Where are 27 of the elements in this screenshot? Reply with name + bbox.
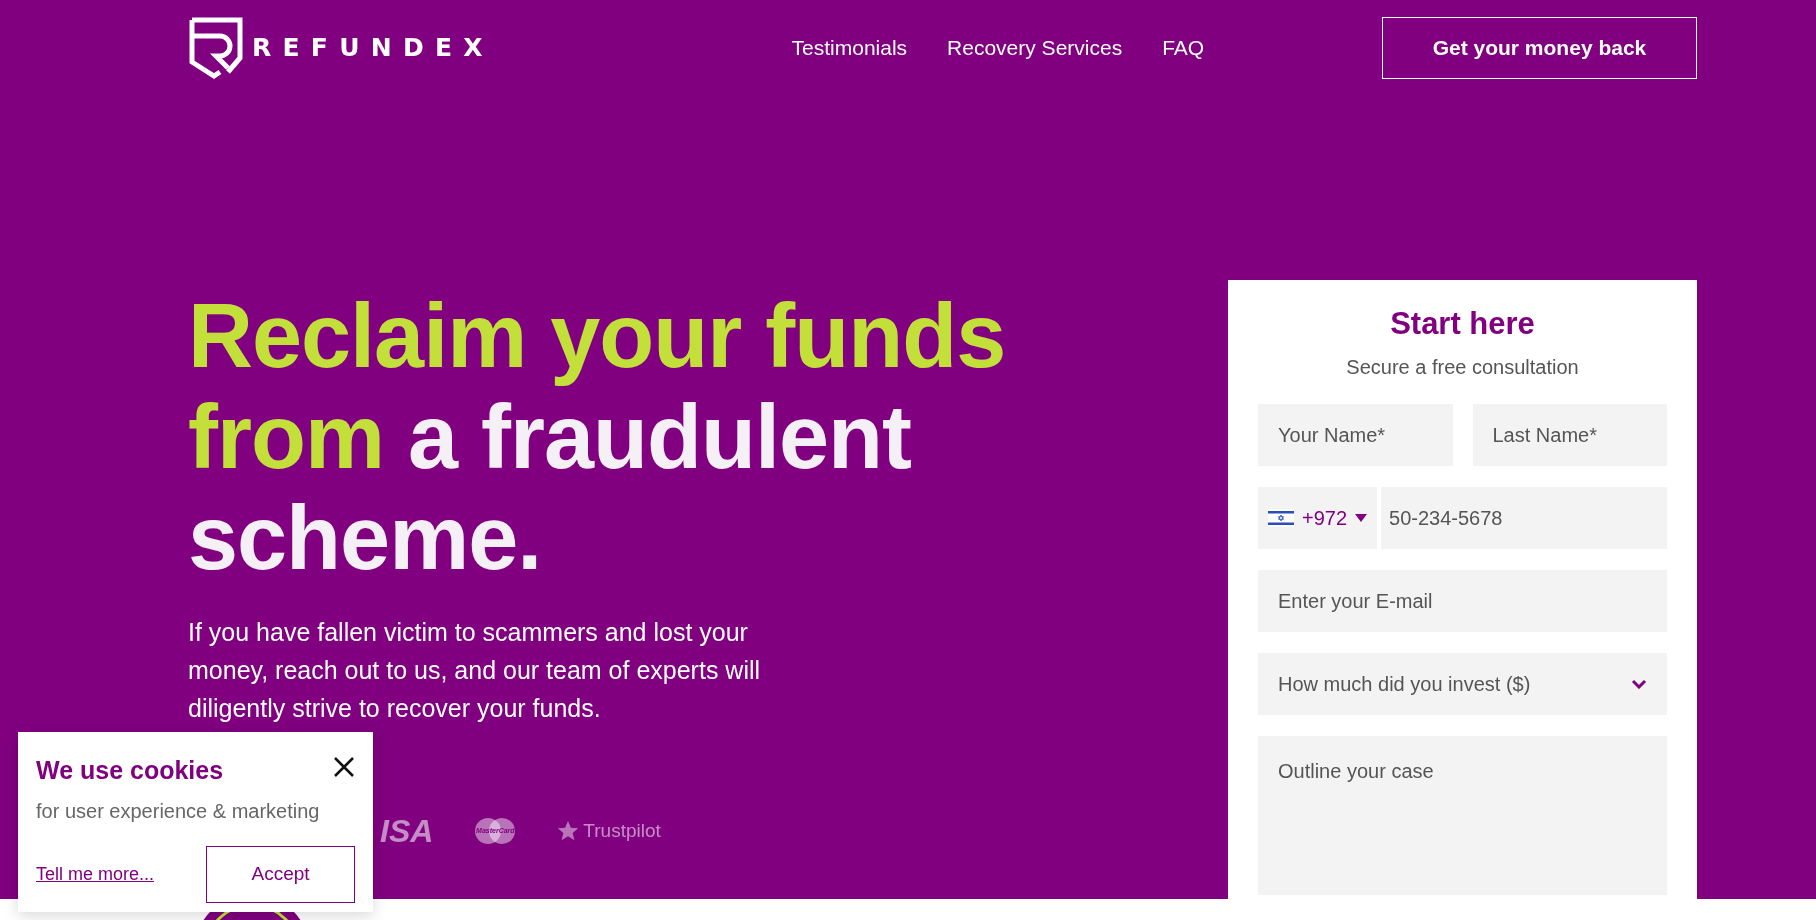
- case-textarea[interactable]: Outline your case: [1258, 736, 1667, 896]
- dropdown-caret-icon: [1355, 514, 1368, 523]
- tell-me-more-link[interactable]: Tell me more...: [36, 860, 155, 888]
- country-code-select[interactable]: +972: [1258, 487, 1378, 550]
- invest-amount-select[interactable]: How much did you invest ($): [1258, 653, 1667, 716]
- nav-link[interactable]: Recovery Services: [947, 32, 1123, 64]
- shield-logo-icon: [188, 16, 244, 80]
- input-field[interactable]: Enter your E-mail: [1258, 570, 1667, 633]
- visa-logo: ISA: [380, 812, 434, 851]
- trustpilot-logo: Trustpilot: [557, 816, 661, 846]
- cookie-text: for user experience & marketing: [36, 798, 321, 824]
- chevron-down-icon: [1631, 679, 1647, 690]
- nav-link[interactable]: FAQ: [1162, 32, 1205, 64]
- hero-headline: Reclaim your funds from a fraudulent scheme.: [188, 286, 1007, 589]
- close-icon[interactable]: [333, 756, 355, 778]
- flag-icon: [1268, 509, 1294, 528]
- form-title: Start here: [1389, 305, 1536, 343]
- phone-input[interactable]: 50-234-5678: [1381, 487, 1667, 550]
- cookie-title: We use cookies: [36, 755, 224, 786]
- input-field[interactable]: Your Name*: [1258, 404, 1453, 467]
- accept-button[interactable]: Accept: [206, 845, 355, 903]
- brand-name: REFUNDEX: [252, 32, 494, 65]
- hero-description: If you have fallen victim to scammers and lost your money, reach out to us, and our team of experts will diligently strive to recover your funds.: [188, 617, 762, 724]
- form-subtitle: Secure a free consultation: [1345, 355, 1580, 381]
- input-field[interactable]: Last Name*: [1472, 404, 1667, 467]
- nav-link[interactable]: Testimonials: [791, 32, 908, 64]
- get-money-back-button[interactable]: Get your money back: [1382, 17, 1697, 79]
